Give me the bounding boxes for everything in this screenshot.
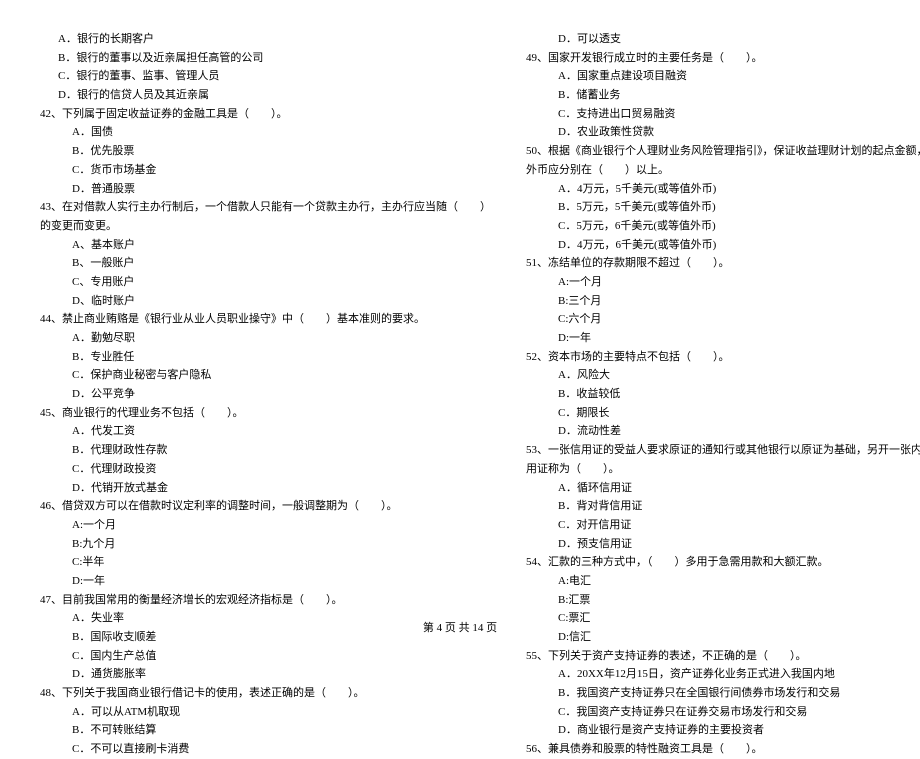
option-line: D．公平竞争 bbox=[40, 385, 491, 404]
question-line: 47、目前我国常用的衡量经济增长的宏观经济指标是（ ）。 bbox=[40, 591, 491, 610]
option-line: B．背对背信用证 bbox=[526, 497, 920, 516]
option-line: A．风险大 bbox=[526, 366, 920, 385]
page-current: 4 bbox=[437, 622, 443, 634]
option-line: C．我国资产支持证券只在证券交易市场发行和交易 bbox=[526, 703, 920, 722]
question-line: 46、借贷双方可以在借款时议定利率的调整时间，一般调整期为（ ）。 bbox=[40, 497, 491, 516]
question-line: 用证称为（ ）。 bbox=[526, 460, 920, 479]
question-line: 43、在对借款人实行主办行制后，一个借款人只能有一个贷款主办行，主办行应当随（ … bbox=[40, 198, 491, 217]
question-line: 44、禁止商业贿赂是《银行业从业人员职业操守》中（ ）基本准则的要求。 bbox=[40, 310, 491, 329]
option-line: A:一个月 bbox=[40, 516, 491, 535]
option-line: D．预支信用证 bbox=[526, 535, 920, 554]
question-line: 51、冻结单位的存款期限不超过（ ）。 bbox=[526, 254, 920, 273]
option-line: C．银行的董事、监事、管理人员 bbox=[40, 67, 491, 86]
option-line: B．优先股票 bbox=[40, 142, 491, 161]
option-line: C:六个月 bbox=[526, 310, 920, 329]
option-line: C．对开信用证 bbox=[526, 516, 920, 535]
question-line: 50、根据《商业银行个人理财业务风险管理指引》，保证收益理财计划的起点金额，人民… bbox=[526, 142, 920, 161]
option-line: A．循环信用证 bbox=[526, 479, 920, 498]
option-line: B、一般账户 bbox=[40, 254, 491, 273]
option-line: D．流动性差 bbox=[526, 422, 920, 441]
left-column: A．银行的长期客户B．银行的董事以及近亲属担任高管的公司C．银行的董事、监事、管… bbox=[40, 30, 491, 615]
option-line: D:一年 bbox=[40, 572, 491, 591]
option-line: C、专用账户 bbox=[40, 273, 491, 292]
option-line: B．不可转账结算 bbox=[40, 721, 491, 740]
option-line: C．不可以直接刷卡消费 bbox=[40, 740, 491, 759]
option-line: B:汇票 bbox=[526, 591, 920, 610]
question-line: 55、下列关于资产支持证券的表述，不正确的是（ ）。 bbox=[526, 647, 920, 666]
option-line: B．代理财政性存款 bbox=[40, 441, 491, 460]
option-line: D．通货膨胀率 bbox=[40, 665, 491, 684]
question-line: 56、兼具债券和股票的特性融资工具是（ ）。 bbox=[526, 740, 920, 759]
option-line: B．我国资产支持证券只在全国银行间债券市场发行和交易 bbox=[526, 684, 920, 703]
option-line: C．保护商业秘密与客户隐私 bbox=[40, 366, 491, 385]
option-line: A．银行的长期客户 bbox=[40, 30, 491, 49]
option-line: D．商业银行是资产支持证券的主要投资者 bbox=[526, 721, 920, 740]
option-line: A、基本账户 bbox=[40, 236, 491, 255]
question-line: 53、一张信用证的受益人要求原证的通知行或其他银行以原证为基础，另开一张内容相似… bbox=[526, 441, 920, 460]
option-line: C．支持进出口贸易融资 bbox=[526, 105, 920, 124]
option-line: A:一个月 bbox=[526, 273, 920, 292]
option-line: D．4万元，6千美元(或等值外币) bbox=[526, 236, 920, 255]
option-line: A．可以从ATM机取现 bbox=[40, 703, 491, 722]
question-line: 49、国家开发银行成立时的主要任务是（ ）。 bbox=[526, 49, 920, 68]
option-line: D、临时账户 bbox=[40, 292, 491, 311]
option-line: C．国内生产总值 bbox=[40, 647, 491, 666]
option-line: B．专业胜任 bbox=[40, 348, 491, 367]
option-line: D．代销开放式基金 bbox=[40, 479, 491, 498]
option-line: A．代发工资 bbox=[40, 422, 491, 441]
option-line: A．勤勉尽职 bbox=[40, 329, 491, 348]
option-line: A．4万元，5千美元(或等值外币) bbox=[526, 180, 920, 199]
option-line: B．储蓄业务 bbox=[526, 86, 920, 105]
option-line: B:三个月 bbox=[526, 292, 920, 311]
option-line: B:九个月 bbox=[40, 535, 491, 554]
question-line: 42、下列属于固定收益证券的金融工具是（ ）。 bbox=[40, 105, 491, 124]
option-line: D．银行的信贷人员及其近亲属 bbox=[40, 86, 491, 105]
option-line: C．货币市场基金 bbox=[40, 161, 491, 180]
option-line: B．收益较低 bbox=[526, 385, 920, 404]
option-line: C．代理财政投资 bbox=[40, 460, 491, 479]
question-line: 54、汇款的三种方式中，（ ）多用于急需用款和大额汇款。 bbox=[526, 553, 920, 572]
option-line: C．5万元，6千美元(或等值外币) bbox=[526, 217, 920, 236]
right-column: D．可以透支49、国家开发银行成立时的主要任务是（ ）。A．国家重点建设项目融资… bbox=[526, 30, 920, 615]
question-line: 的变更而变更。 bbox=[40, 217, 491, 236]
option-line: D．农业政策性贷款 bbox=[526, 123, 920, 142]
option-line: A．国债 bbox=[40, 123, 491, 142]
question-line: 48、下列关于我国商业银行借记卡的使用，表述正确的是（ ）。 bbox=[40, 684, 491, 703]
option-line: C:半年 bbox=[40, 553, 491, 572]
option-line: D．可以透支 bbox=[526, 30, 920, 49]
option-line: B．5万元，5千美元(或等值外币) bbox=[526, 198, 920, 217]
page-content: A．银行的长期客户B．银行的董事以及近亲属担任高管的公司C．银行的董事、监事、管… bbox=[40, 30, 880, 615]
option-line: D．普通股票 bbox=[40, 180, 491, 199]
page-footer: 第 4 页 共 14 页 bbox=[0, 619, 920, 638]
question-line: 52、资本市场的主要特点不包括（ ）。 bbox=[526, 348, 920, 367]
option-line: B．银行的董事以及近亲属担任高管的公司 bbox=[40, 49, 491, 68]
option-line: A:电汇 bbox=[526, 572, 920, 591]
page-total: 14 bbox=[472, 622, 483, 634]
question-line: 外币应分别在（ ）以上。 bbox=[526, 161, 920, 180]
option-line: C．期限长 bbox=[526, 404, 920, 423]
option-line: D:一年 bbox=[526, 329, 920, 348]
option-line: A．国家重点建设项目融资 bbox=[526, 67, 920, 86]
question-line: 45、商业银行的代理业务不包括（ ）。 bbox=[40, 404, 491, 423]
option-line: A．20XX年12月15日，资产证券化业务正式进入我国内地 bbox=[526, 665, 920, 684]
